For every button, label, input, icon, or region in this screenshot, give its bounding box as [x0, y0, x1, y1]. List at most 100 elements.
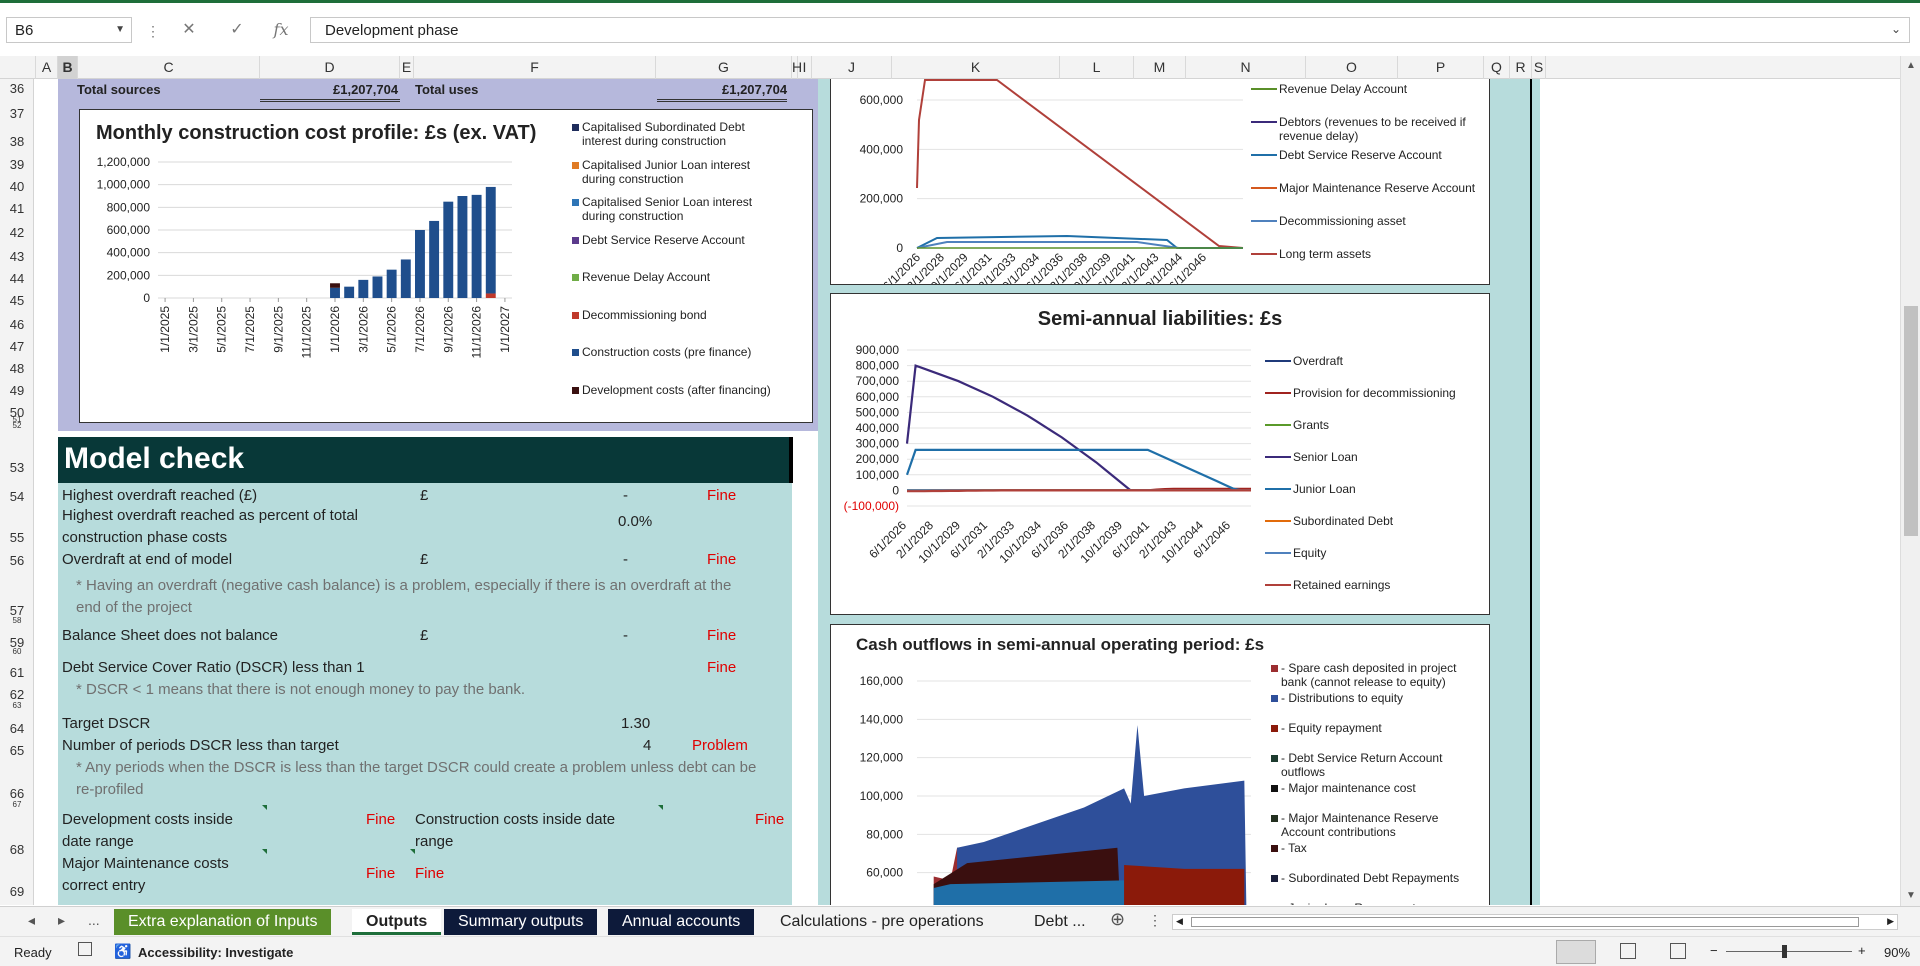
row-header[interactable]: 67: [0, 800, 34, 809]
zoom-slider[interactable]: [1726, 951, 1852, 952]
column-header-c[interactable]: C: [78, 56, 260, 79]
macro-record-icon[interactable]: [78, 942, 92, 956]
horizontal-scrollbar[interactable]: ◀ ▶: [1172, 914, 1898, 930]
tab-more-icon[interactable]: ...: [88, 912, 100, 928]
construction-cost-chart[interactable]: Monthly construction cost profile: £s (e…: [79, 109, 813, 423]
row-header[interactable]: 44: [0, 271, 34, 286]
cancel-icon[interactable]: ✕: [172, 17, 206, 43]
row-header[interactable]: 41: [0, 201, 34, 216]
row-header[interactable]: 43: [0, 249, 34, 264]
legend-label: - Spare cash deposited in project bank (…: [1281, 661, 1457, 689]
legend-label: Equity: [1293, 546, 1327, 560]
tab-options-icon[interactable]: ⋮: [1148, 912, 1162, 929]
y-tick-label: 60,000: [866, 866, 903, 880]
row-header[interactable]: 37: [0, 106, 34, 121]
row-header[interactable]: 52: [0, 421, 34, 430]
tab-outputs[interactable]: Outputs: [352, 909, 442, 935]
row-header[interactable]: 60: [0, 647, 34, 656]
series-line-long-term-assets: [916, 79, 1244, 249]
tab-debt[interactable]: Debt ...: [1020, 909, 1100, 935]
chevron-down-icon[interactable]: ▼: [115, 24, 125, 35]
formula-input[interactable]: Development phase ⌄: [310, 17, 1910, 43]
column-header-m[interactable]: M: [1134, 56, 1186, 79]
column-header-f[interactable]: F: [414, 56, 656, 79]
column-header-n[interactable]: N: [1186, 56, 1306, 79]
row-header[interactable]: 61: [0, 665, 34, 680]
row-header[interactable]: 56: [0, 553, 34, 568]
zoom-out-icon[interactable]: −: [1710, 943, 1718, 958]
row-header[interactable]: 62: [0, 687, 34, 702]
zoom-level[interactable]: 90%: [1884, 945, 1910, 960]
zoom-slider-thumb[interactable]: [1782, 945, 1787, 958]
column-header-k[interactable]: K: [892, 56, 1060, 79]
accessibility-icon[interactable]: ♿: [114, 943, 131, 960]
column-header-r[interactable]: R: [1510, 56, 1532, 79]
chart-legend: Overdraft Provision for decommissioning Gr…: [1265, 354, 1489, 614]
column-header-b[interactable]: B: [58, 56, 78, 79]
zoom-in-icon[interactable]: +: [1858, 943, 1866, 958]
scroll-thumb[interactable]: [1191, 917, 1859, 927]
row-header[interactable]: 46: [0, 317, 34, 332]
row-header[interactable]: 68: [0, 842, 34, 857]
tab-calculations-pre-operations[interactable]: Calculations - pre operations: [766, 909, 998, 935]
row-header[interactable]: 53: [0, 460, 34, 475]
row-header[interactable]: 47: [0, 339, 34, 354]
row-header[interactable]: 48: [0, 361, 34, 376]
add-sheet-icon[interactable]: ⊕: [1110, 909, 1125, 930]
scroll-down-icon[interactable]: ▼: [1901, 890, 1920, 901]
overdraft-pct-value: 0.0%: [618, 513, 653, 530]
row-header[interactable]: 69: [0, 884, 34, 899]
row-header[interactable]: 39: [0, 157, 34, 172]
column-header-d[interactable]: D: [260, 56, 400, 79]
tab-scroll-right-icon[interactable]: ▸: [58, 912, 65, 929]
row-header[interactable]: 65: [0, 743, 34, 758]
column-header-g[interactable]: G: [656, 56, 792, 79]
row-header[interactable]: 66: [0, 786, 34, 801]
column-header-a[interactable]: A: [36, 56, 58, 79]
scroll-thumb[interactable]: [1904, 306, 1918, 536]
expand-formula-icon[interactable]: ⌄: [1891, 22, 1901, 36]
tab-annual-accounts[interactable]: Annual accounts: [608, 909, 755, 935]
column-header-o[interactable]: O: [1306, 56, 1398, 79]
normal-view-icon[interactable]: [1556, 940, 1596, 964]
accessibility-status[interactable]: Accessibility: Investigate: [138, 945, 293, 960]
bar-segment: [330, 287, 340, 298]
row-header[interactable]: 64: [0, 721, 34, 736]
name-box[interactable]: B6 ▼: [6, 17, 132, 43]
column-header-s[interactable]: S: [1532, 56, 1546, 79]
row-header[interactable]: 42: [0, 225, 34, 240]
row-header[interactable]: 63: [0, 701, 34, 710]
assets-chart[interactable]: 600,000 400,000 200,000 0 6/1/2026 2/1/2028 10…: [830, 79, 1490, 285]
column-header-i[interactable]: I: [798, 56, 812, 79]
more-options-icon[interactable]: ⋮: [146, 23, 160, 40]
column-header-j[interactable]: J: [812, 56, 892, 79]
scroll-up-icon[interactable]: ▲: [1901, 60, 1920, 71]
scroll-left-icon[interactable]: ◀: [1176, 916, 1183, 927]
row-header[interactable]: 40: [0, 179, 34, 194]
row-header[interactable]: 38: [0, 134, 34, 149]
enter-icon[interactable]: ✓: [220, 17, 254, 43]
row-header[interactable]: 45: [0, 293, 34, 308]
row-header[interactable]: 54: [0, 489, 34, 504]
column-header-q[interactable]: Q: [1484, 56, 1510, 79]
tab-scroll-left-icon[interactable]: ◂: [28, 912, 35, 929]
row-header[interactable]: 55: [0, 530, 34, 545]
row-header[interactable]: 49: [0, 383, 34, 398]
row-header[interactable]: 36: [0, 81, 34, 96]
liabilities-chart[interactable]: Semi-annual liabilities: £s 900,000 800,0…: [830, 293, 1490, 615]
page-break-icon[interactable]: [1670, 943, 1686, 959]
column-header-e[interactable]: E: [400, 56, 414, 79]
cash-outflows-chart[interactable]: Cash outflows in semi-annual operating p…: [830, 624, 1490, 905]
select-all-corner[interactable]: [0, 56, 36, 79]
row-header[interactable]: 58: [0, 616, 34, 625]
tab-extra-explanation[interactable]: Extra explanation of Inputs: [114, 909, 332, 935]
insert-function-icon[interactable]: fx: [264, 17, 298, 43]
scroll-right-icon[interactable]: ▶: [1887, 916, 1894, 927]
page-layout-icon[interactable]: [1620, 943, 1636, 959]
column-header-p[interactable]: P: [1398, 56, 1484, 79]
vertical-scrollbar[interactable]: ▲ ▼: [1900, 56, 1920, 906]
comment-marker: [262, 805, 267, 810]
tab-summary-outputs[interactable]: Summary outputs: [444, 909, 598, 935]
worksheet-grid[interactable]: Total sources £1,207,704 Total uses £1,2…: [35, 79, 1900, 905]
column-header-l[interactable]: L: [1060, 56, 1134, 79]
